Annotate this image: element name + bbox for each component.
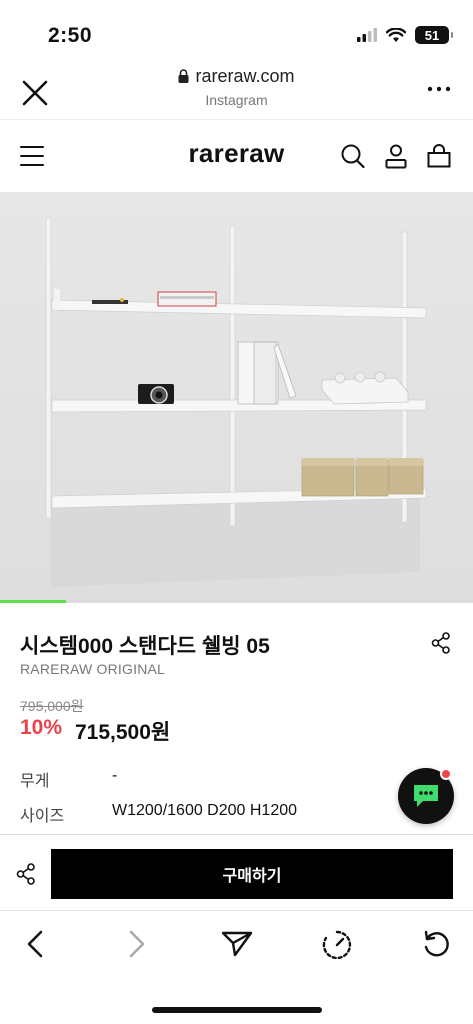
share-icon[interactable] [431,632,451,654]
battery-icon: 51 [415,26,453,44]
search-icon[interactable] [341,144,365,169]
product-image[interactable] [0,192,473,602]
back-icon[interactable] [24,929,46,959]
discount-rate: 10% [20,716,63,739]
shelf-illustration [0,192,473,602]
chat-icon [414,785,438,807]
battery-level: 51 [424,27,440,43]
chat-button[interactable] [398,768,454,824]
spec-label-weight: 무게 [20,773,50,790]
browser-url: rareraw.com [195,66,295,86]
buy-button[interactable]: 구매하기 [51,849,453,899]
bag-icon[interactable] [427,144,451,168]
gallery-progress-fill [0,600,67,603]
timer-icon[interactable] [321,929,353,961]
product-title: 시스템000 스탠다드 쉘빙 05 [20,635,270,658]
reload-icon[interactable] [421,929,451,959]
browser-toolbar [0,910,473,1024]
lock-icon [178,69,189,83]
home-indicator [152,1007,322,1013]
more-icon[interactable] [427,84,451,94]
purchase-bar: 구매하기 [0,834,473,910]
send-icon[interactable] [221,929,253,959]
wifi-icon [386,27,406,42]
browser-header: rareraw.com Instagram [0,62,473,120]
spec-label-size: 사이즈 [20,808,65,825]
browser-source: Instagram [205,92,268,108]
original-price: 795,000원 [20,698,84,714]
sale-price: 715,500원 [75,721,171,744]
site-header: rareraw [0,120,473,192]
status-icons: 51 [357,26,453,44]
share-icon[interactable] [16,863,36,885]
spec-value-size: W1200/1600 D200 H1200 [112,802,298,819]
account-icon[interactable] [385,144,407,169]
status-bar: 2:50 51 [0,0,473,62]
signal-icon [357,28,377,42]
chat-notification-badge [440,768,452,780]
browser-url-bar[interactable]: rareraw.com [0,66,473,87]
forward-icon[interactable] [126,929,148,959]
gallery-progress [0,600,473,603]
status-time: 2:50 [48,24,93,47]
product-brand[interactable]: RARERAW ORIGINAL [20,661,165,677]
spec-value-weight: - [112,767,118,784]
